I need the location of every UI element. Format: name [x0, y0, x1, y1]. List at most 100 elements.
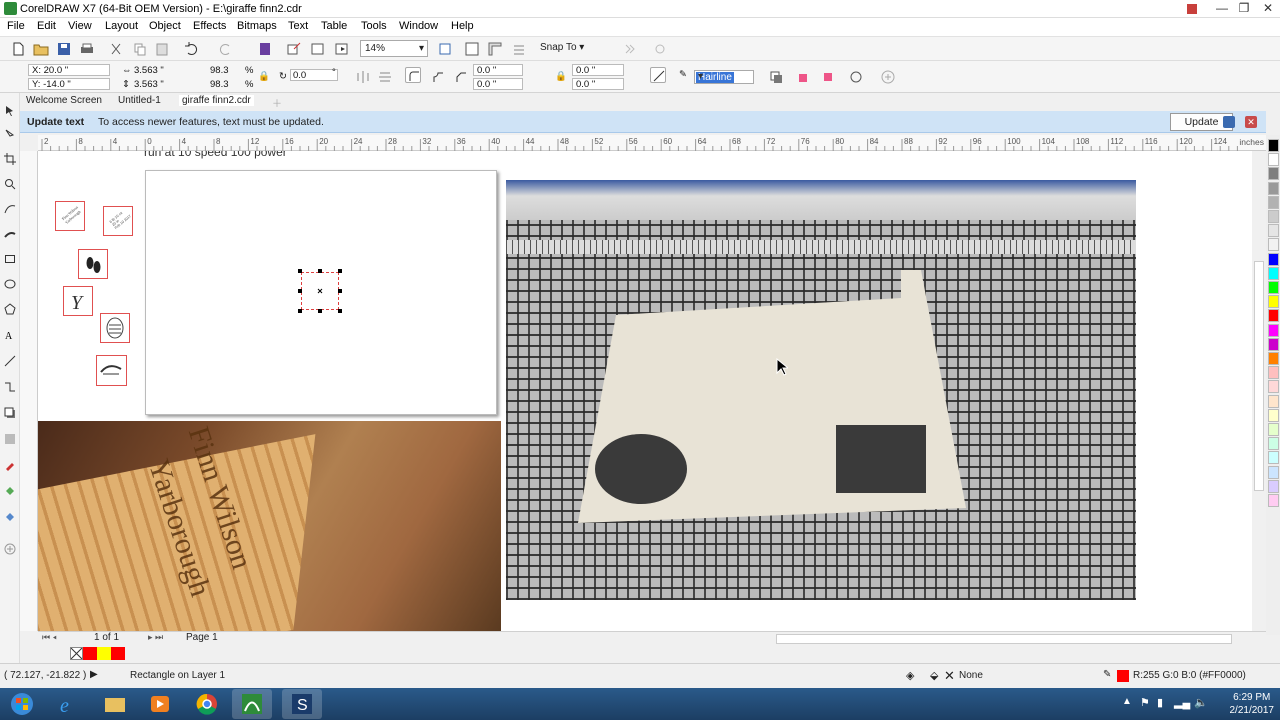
palette-swatch[interactable] [1268, 252, 1279, 266]
outline-width-select[interactable]: Hairline ▾ [694, 70, 754, 84]
lock-ratio-icon[interactable]: 🔒 [258, 71, 270, 82]
selection-handles[interactable] [296, 267, 344, 315]
chevron-right-icon[interactable] [622, 41, 638, 57]
palette-swatch[interactable] [1268, 167, 1279, 181]
last-page-icon[interactable]: ▸ ⏭ [148, 632, 163, 643]
undo-icon[interactable] [183, 41, 199, 57]
scale-x-value[interactable]: 98.3 [210, 65, 229, 76]
show-rulers-icon[interactable] [487, 41, 503, 57]
palette-swatch[interactable] [1268, 153, 1279, 167]
design-giraffe-box[interactable] [96, 355, 127, 386]
menu-view[interactable]: View [68, 20, 92, 32]
palette-swatch[interactable] [1268, 337, 1279, 351]
tab-untitled-1[interactable]: Untitled-1 [118, 95, 161, 106]
paste-icon[interactable] [154, 41, 170, 57]
cut-icon[interactable] [108, 41, 124, 57]
menu-bitmaps[interactable]: Bitmaps [237, 20, 277, 32]
palette-swatch[interactable] [1268, 295, 1279, 309]
eyedropper-tool-icon[interactable] [4, 459, 16, 471]
redo-icon[interactable] [218, 41, 234, 57]
page-tab[interactable]: Page 1 [186, 632, 218, 643]
palette-swatch[interactable] [1268, 309, 1279, 323]
copy-icon[interactable] [132, 41, 148, 57]
palette-swatch[interactable] [1268, 323, 1279, 337]
scale-y-value[interactable]: 98.3 [210, 79, 229, 90]
artistic-media-tool-icon[interactable] [4, 228, 16, 240]
palette-swatch[interactable] [1268, 408, 1279, 422]
drawing-canvas[interactable]: run at 10 speed 100 power Finn Wilson Yar… [38, 151, 1252, 631]
snap-to-dropdown[interactable]: Snap To ▾ [540, 42, 584, 53]
width-value[interactable]: 3.563 " [134, 65, 164, 76]
zoom-level-select[interactable]: 14% ▾ [360, 40, 428, 57]
parallel-dimension-tool-icon[interactable] [4, 355, 16, 367]
corner-lock-icon[interactable]: 🔒 [555, 71, 567, 82]
convert-to-curves-icon[interactable] [820, 69, 836, 85]
palette-swatch[interactable] [1268, 224, 1279, 238]
publish-pdf-icon[interactable] [310, 41, 326, 57]
import-icon[interactable] [257, 41, 273, 57]
screen-recorder-icon[interactable]: S [282, 689, 322, 719]
save-icon[interactable] [56, 41, 72, 57]
round-corner-icon[interactable] [405, 67, 421, 83]
drop-shadow-tool-icon[interactable] [4, 407, 16, 419]
system-clock[interactable]: 6:29 PM 2/21/2017 [1230, 691, 1275, 717]
relative-corner-scaling-icon[interactable] [650, 67, 666, 83]
menu-table[interactable]: Table [321, 20, 347, 32]
palette-swatch[interactable] [1268, 479, 1279, 493]
palette-swatch[interactable] [1268, 451, 1279, 465]
design-name-box[interactable]: Finn Wilson Yarborough [55, 201, 85, 231]
palette-swatch[interactable] [1268, 266, 1279, 280]
menu-object[interactable]: Object [149, 20, 181, 32]
ellipse-tool-icon[interactable] [4, 278, 16, 290]
menu-tools[interactable]: Tools [361, 20, 387, 32]
quick-customize-icon[interactable] [848, 69, 864, 85]
freehand-tool-icon[interactable] [4, 203, 16, 215]
shape-tool-icon[interactable] [4, 129, 16, 141]
menu-file[interactable]: File [7, 20, 25, 32]
crop-tool-icon[interactable] [4, 153, 16, 165]
palette-swatch[interactable] [1268, 181, 1279, 195]
help-icon[interactable] [1180, 0, 1204, 18]
design-footprints-box[interactable] [78, 249, 108, 279]
show-grid-icon[interactable] [511, 41, 527, 57]
add-tab-icon[interactable]: ＋ [272, 95, 282, 110]
flag-icon[interactable]: ⚑ [1140, 696, 1150, 709]
menu-help[interactable]: Help [451, 20, 474, 32]
coreldraw-taskbar-icon[interactable] [232, 689, 272, 719]
connector-tool-icon[interactable] [4, 381, 16, 393]
options-icon[interactable] [652, 41, 668, 57]
add-tool-icon[interactable] [4, 543, 16, 555]
menu-layout[interactable]: Layout [105, 20, 138, 32]
red-swatch[interactable] [83, 647, 97, 660]
new-document-icon[interactable] [10, 41, 26, 57]
interactive-fill-tool-icon[interactable] [4, 485, 16, 497]
close-button[interactable]: ✕ [1256, 0, 1280, 18]
text-tool-icon[interactable]: A [4, 329, 16, 342]
start-button-icon[interactable] [2, 689, 42, 719]
export-icon[interactable] [286, 41, 302, 57]
tab-giraffe-finn2[interactable]: giraffe finn2.cdr [179, 95, 254, 106]
play-icon[interactable]: ▶ [90, 669, 98, 680]
outline-pen-icon[interactable]: ✎ [1103, 669, 1111, 680]
fill-icon[interactable]: ◈ [906, 669, 914, 682]
palette-swatch[interactable] [1268, 394, 1279, 408]
tab-welcome-screen[interactable]: Welcome Screen [26, 95, 102, 106]
mirror-horizontal-icon[interactable] [355, 69, 371, 85]
zoom-tool-icon[interactable] [4, 178, 16, 190]
polygon-tool-icon[interactable] [4, 303, 16, 315]
palette-swatch[interactable] [1268, 380, 1279, 394]
red-swatch-2[interactable] [111, 647, 125, 660]
palette-swatch[interactable] [1268, 352, 1279, 365]
fill-bucket-icon[interactable]: ⬙ [930, 669, 938, 682]
palette-swatch[interactable] [1268, 210, 1279, 223]
rectangle-tool-icon[interactable] [4, 253, 16, 265]
palette-swatch[interactable] [1268, 465, 1279, 479]
palette-swatch[interactable] [1268, 281, 1279, 294]
palette-swatch[interactable] [1268, 195, 1279, 209]
help-icon[interactable] [1223, 116, 1235, 128]
minimize-button[interactable]: — [1210, 0, 1234, 18]
maximize-button[interactable]: ❐ [1232, 0, 1256, 18]
palette-swatch[interactable] [1268, 366, 1279, 380]
palette-swatch[interactable] [1268, 437, 1279, 451]
palette-swatch[interactable] [1268, 139, 1279, 152]
